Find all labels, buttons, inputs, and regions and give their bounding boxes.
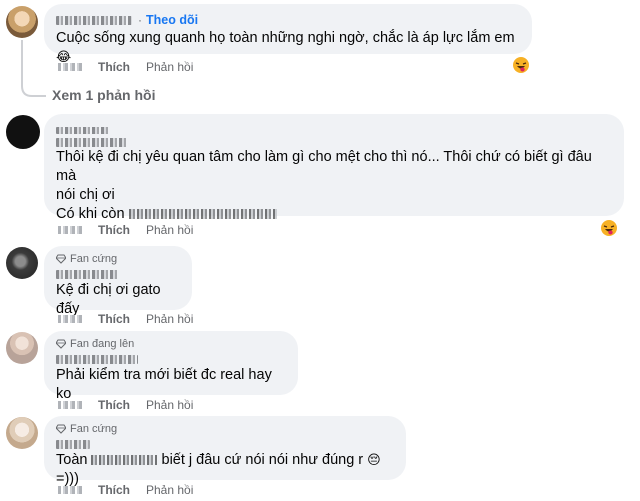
like-button[interactable]: Thích bbox=[98, 483, 130, 497]
comment-bubble: Fan cứng Kệ đi chị ơi gato đấy bbox=[44, 246, 192, 317]
reply-button[interactable]: Phản hồi bbox=[146, 398, 193, 412]
author-name[interactable] bbox=[56, 355, 138, 365]
comment-actions: Thích Phản hồi bbox=[58, 312, 209, 326]
like-button[interactable]: Thích bbox=[98, 398, 130, 412]
reply-button[interactable]: Phản hồi bbox=[146, 223, 193, 237]
timestamp[interactable] bbox=[58, 63, 84, 71]
comment-bubble: Thôi kệ đi chị yêu quan tâm cho làm gì c… bbox=[44, 114, 624, 222]
comment-actions: Thích Phản hồi bbox=[58, 398, 209, 412]
pensive-emoji-icon: 😔 bbox=[367, 453, 381, 468]
comment-bubble: · Theo dõi Cuộc sống xung quanh họ toàn … bbox=[44, 4, 532, 65]
avatar[interactable] bbox=[6, 247, 38, 279]
diamond-icon bbox=[56, 254, 66, 264]
fan-badge: Fan đang lên bbox=[56, 337, 286, 351]
blurred-text bbox=[91, 455, 158, 466]
avatar[interactable] bbox=[6, 115, 40, 149]
dot-separator: · bbox=[138, 13, 142, 27]
avatar[interactable] bbox=[6, 332, 38, 364]
reply-button[interactable]: Phản hồi bbox=[146, 312, 193, 326]
comment-bubble: Fan đang lên Phải kiểm tra mới biết đc r… bbox=[44, 331, 298, 402]
view-replies-link[interactable]: Xem 1 phản hồi bbox=[52, 87, 155, 103]
comment-bubble: Fan cứng Toàn biết j đâu cứ nói nói như … bbox=[44, 416, 406, 487]
timestamp[interactable] bbox=[58, 226, 84, 234]
diamond-icon bbox=[56, 424, 66, 434]
author-name[interactable] bbox=[56, 440, 90, 450]
laughing-tongue-reaction-icon[interactable] bbox=[600, 219, 618, 237]
fan-badge: Fan cứng bbox=[56, 252, 180, 266]
timestamp[interactable] bbox=[58, 486, 84, 494]
comment-actions: Thích Phản hồi bbox=[58, 483, 209, 497]
avatar[interactable] bbox=[6, 417, 38, 449]
reply-button[interactable]: Phản hồi bbox=[146, 483, 193, 497]
comment-actions: Thích Phản hồi bbox=[58, 223, 209, 237]
laughing-tongue-reaction-icon[interactable] bbox=[512, 56, 530, 74]
avatar[interactable] bbox=[6, 6, 38, 38]
author-badge-blurred bbox=[56, 127, 110, 135]
timestamp[interactable] bbox=[58, 401, 84, 409]
author-name[interactable] bbox=[56, 270, 118, 280]
author-name[interactable] bbox=[56, 138, 128, 148]
diamond-icon bbox=[56, 339, 66, 349]
timestamp[interactable] bbox=[58, 315, 84, 323]
author-name[interactable] bbox=[56, 15, 132, 25]
fan-badge: Fan cứng bbox=[56, 422, 394, 436]
blurred-text bbox=[128, 209, 277, 220]
like-button[interactable]: Thích bbox=[98, 312, 130, 326]
comment-actions: Thích Phản hồi bbox=[58, 60, 209, 74]
reply-button[interactable]: Phản hồi bbox=[146, 60, 193, 74]
like-button[interactable]: Thích bbox=[98, 223, 130, 237]
like-button[interactable]: Thích bbox=[98, 60, 130, 74]
comment-text: Thôi kệ đi chị yêu quan tâm cho làm gì c… bbox=[56, 149, 592, 222]
follow-link[interactable]: Theo dõi bbox=[146, 13, 198, 27]
